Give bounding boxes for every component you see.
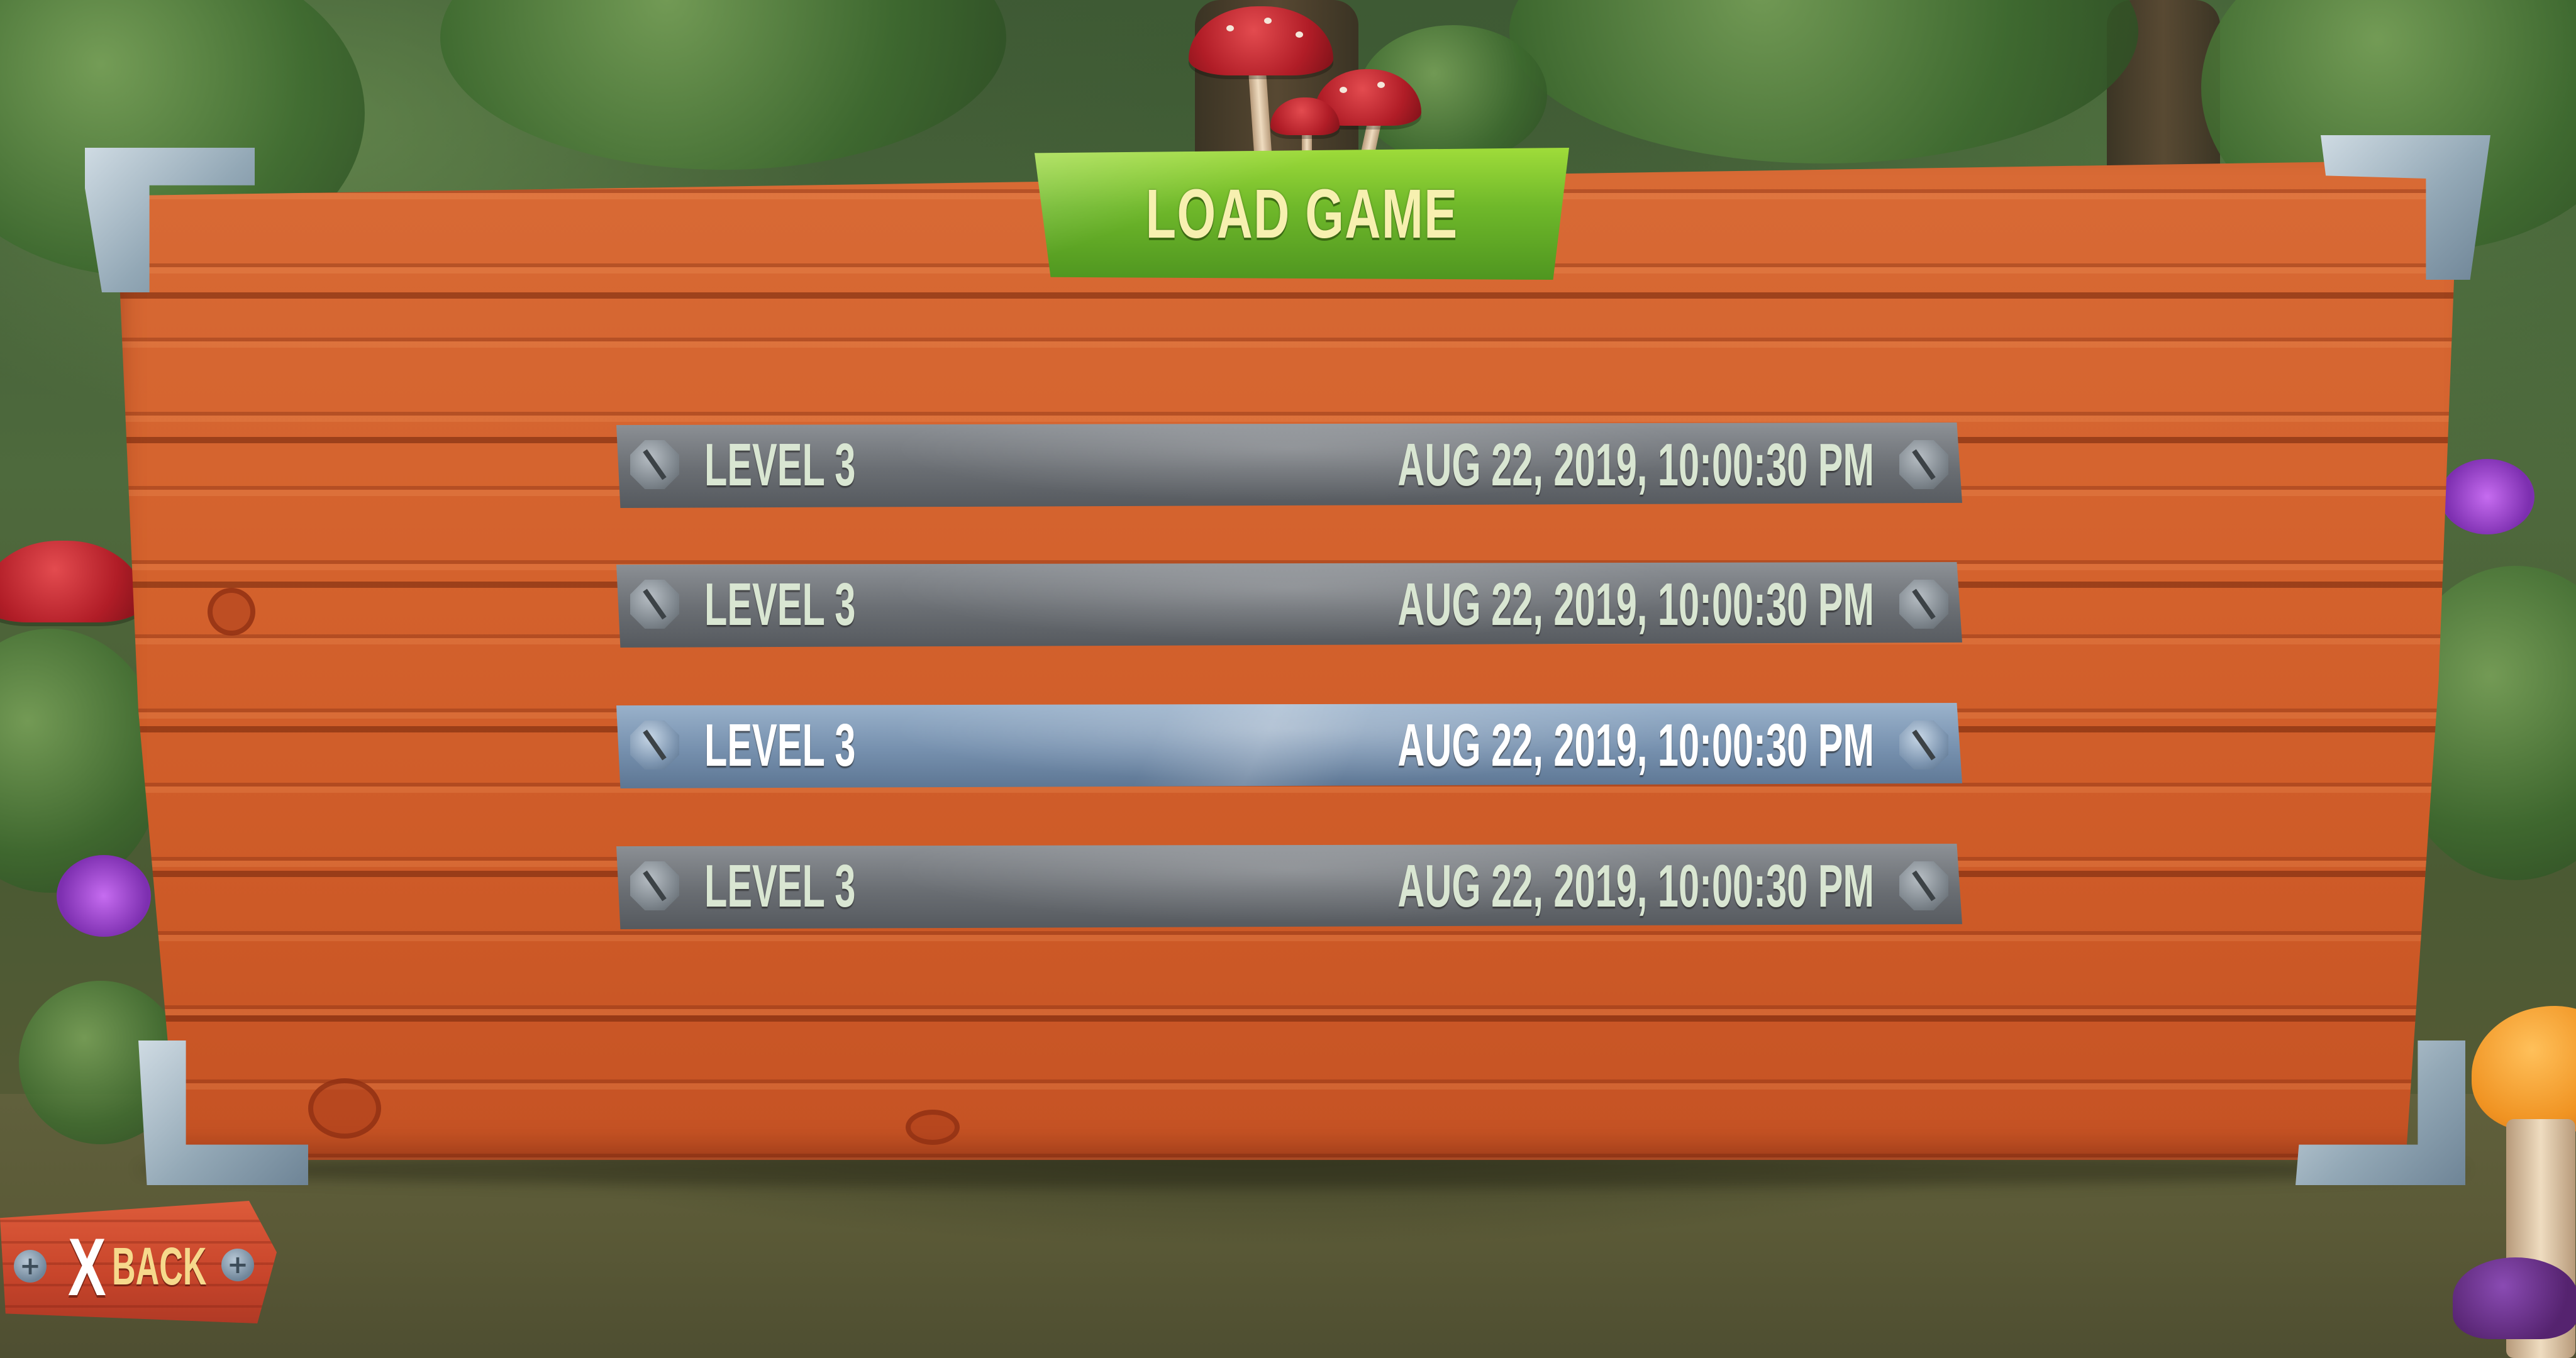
save-slot-1[interactable]: LEVEL 3 AUG 22, 2019, 10:00:30 PM (616, 422, 1962, 508)
page-title: LOAD GAME (1145, 175, 1458, 253)
save-slot-4[interactable]: LEVEL 3 AUG 22, 2019, 10:00:30 PM (616, 844, 1962, 929)
save-slot-level: LEVEL 3 (704, 571, 856, 638)
screw-icon (1899, 720, 1948, 770)
screw-icon: + (221, 1249, 254, 1281)
purple-flower-decoration (2440, 459, 2534, 534)
screw-icon (630, 861, 679, 910)
save-slot-date: AUG 22, 2019, 10:00:30 PM (1397, 712, 1874, 779)
save-slot-level: LEVEL 3 (704, 853, 856, 920)
title-plaque: LOAD GAME (1035, 148, 1569, 280)
wooden-sign-board (119, 160, 2455, 1160)
mushroom-spot (1377, 82, 1385, 88)
wood-knot (208, 588, 255, 636)
mushroom-spot (1296, 31, 1303, 38)
background-foliage (440, 0, 1006, 170)
screw-icon (630, 580, 679, 629)
save-slot-date: AUG 22, 2019, 10:00:30 PM (1397, 853, 1874, 920)
screw-icon (1899, 861, 1948, 910)
save-slot-level: LEVEL 3 (704, 431, 856, 499)
screw-icon (630, 720, 679, 770)
mushroom-spot (1264, 18, 1272, 24)
save-slot-level: LEVEL 3 (704, 712, 856, 779)
mushroom-spot (1226, 25, 1234, 31)
wood-knot (906, 1110, 960, 1145)
screw-icon (630, 440, 679, 489)
screw-icon (1899, 440, 1948, 489)
game-screen: LOAD GAME LEVEL 3 AUG 22, 2019, 10:00:30… (0, 0, 2576, 1358)
background-foliage (1509, 0, 2138, 163)
wood-knot (308, 1078, 381, 1139)
orange-mushroom-decoration (2472, 1006, 2576, 1132)
purple-mushroom-decoration (2453, 1257, 2576, 1339)
save-slot-3-selected[interactable]: LEVEL 3 AUG 22, 2019, 10:00:30 PM (616, 703, 1962, 788)
back-label: BACK (112, 1237, 207, 1296)
x-button-icon: X (68, 1221, 106, 1313)
purple-flower-decoration (57, 855, 151, 937)
screw-icon (1899, 580, 1948, 629)
save-slot-2[interactable]: LEVEL 3 AUG 22, 2019, 10:00:30 PM (616, 562, 1962, 648)
screw-icon: + (14, 1250, 47, 1283)
mushroom-spot (1340, 87, 1347, 93)
back-button[interactable]: + X BACK + (0, 1201, 277, 1323)
save-slot-date: AUG 22, 2019, 10:00:30 PM (1397, 571, 1874, 638)
save-slot-date: AUG 22, 2019, 10:00:30 PM (1397, 431, 1874, 499)
red-mushroom-decoration (0, 541, 145, 622)
